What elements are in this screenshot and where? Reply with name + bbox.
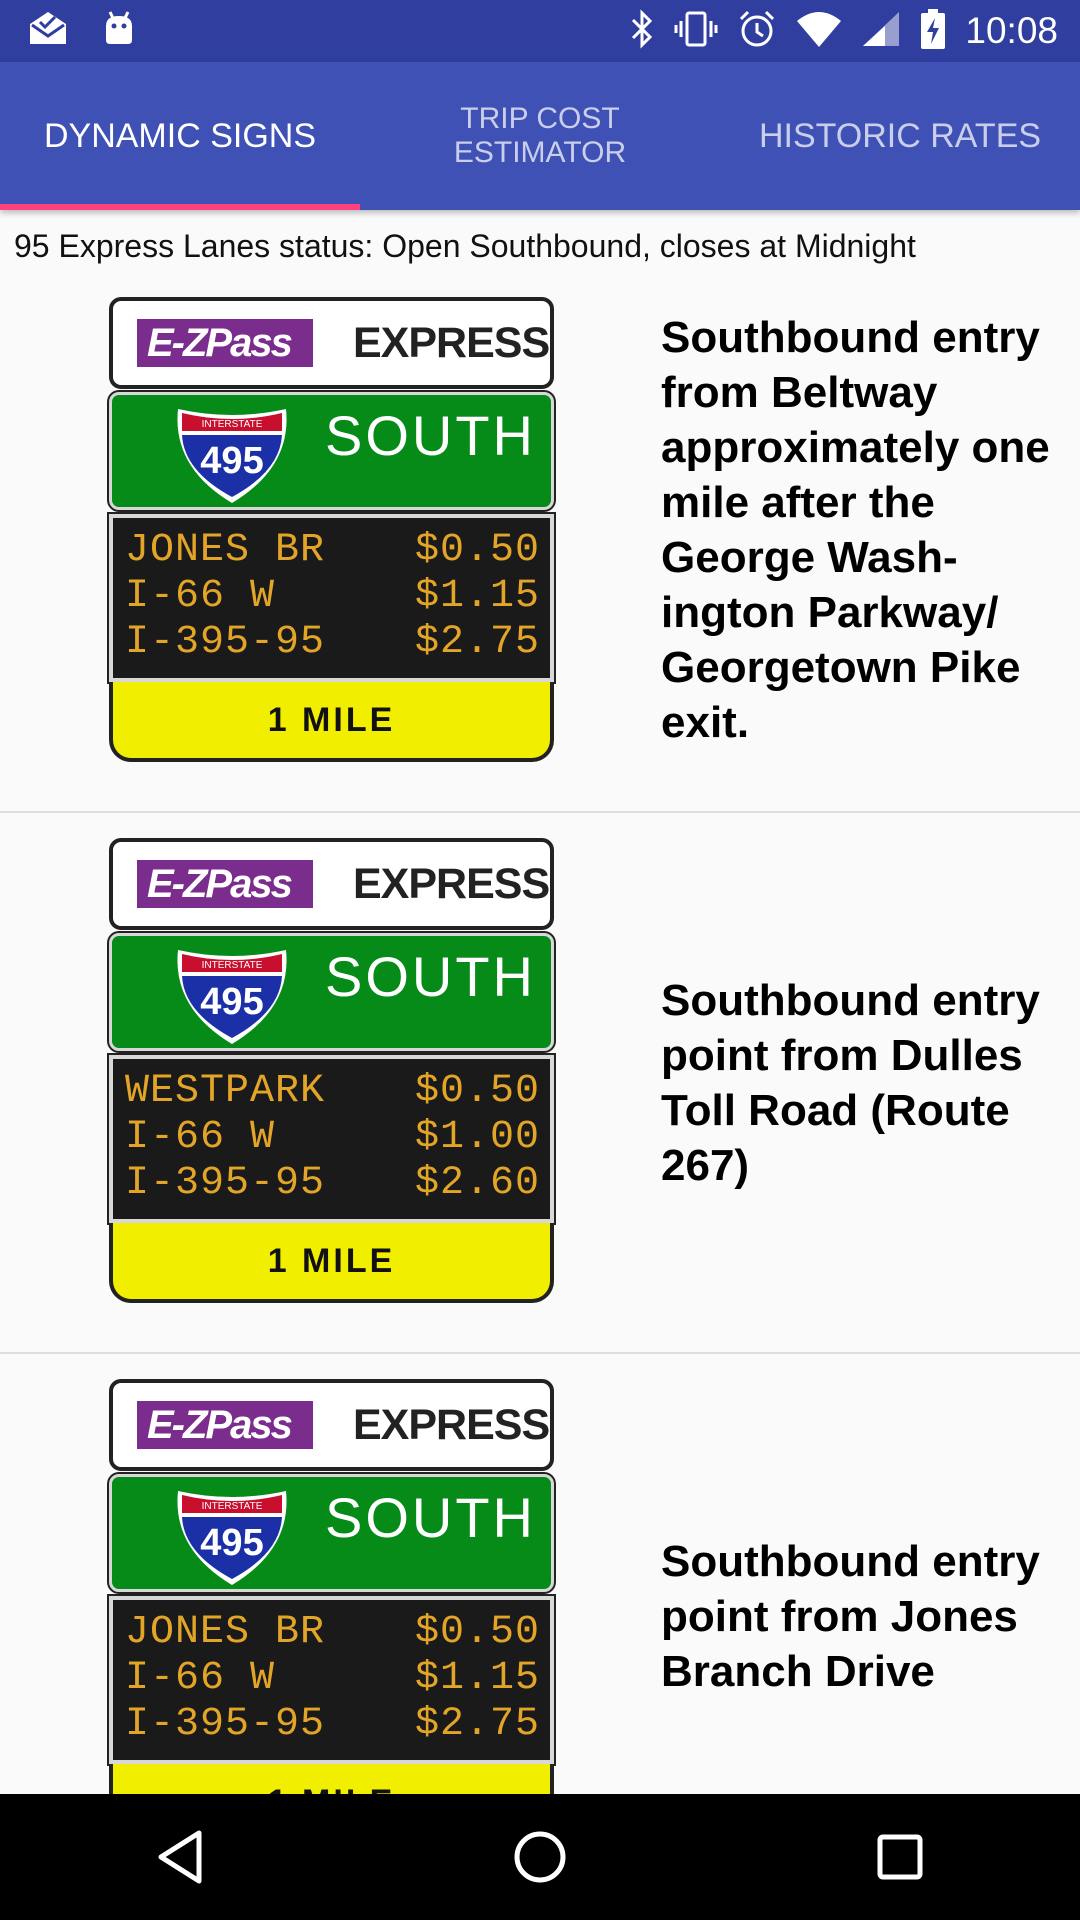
recents-icon[interactable] [820, 1794, 980, 1920]
distance-panel: 1 MILE [109, 682, 554, 762]
status-bar: 10:08 [0, 0, 1080, 62]
tab-label: TRIP COST ESTIMATOR [453, 102, 627, 169]
route-panel: INTERSTATE 495 SOUTH [109, 392, 554, 510]
interstate-shield-icon: INTERSTATE 495 [177, 950, 287, 1044]
tab-historic-rates[interactable]: HISTORIC RATES [720, 62, 1080, 210]
rate-row: JONES BR $0.50 [125, 1610, 540, 1655]
tab-indicator [0, 204, 360, 210]
sign-description: Southbound entry from Beltway approximat… [661, 313, 1050, 747]
tab-label: HISTORIC RATES [758, 117, 1042, 155]
route-panel: INTERSTATE 495 SOUTH [109, 933, 554, 1051]
interstate-shield-icon: INTERSTATE 495 [177, 409, 287, 503]
svg-text:INTERSTATE: INTERSTATE [202, 1501, 263, 1512]
ezpass-express-panel: E-ZPass EXPRESS [109, 838, 554, 930]
toll-rates-panel: WESTPARK $0.50 I-66 W $1.00 I-395-95 $2.60 [109, 1055, 554, 1223]
direction-label: SOUTH [325, 945, 536, 1008]
list-item[interactable]: E-ZPass EXPRESS INTERSTATE 495 SOUTH JON… [0, 272, 1080, 813]
svg-text:495: 495 [200, 981, 263, 1023]
rate-row: I-66 W $1.15 [125, 1656, 540, 1701]
toll-rates-panel: JONES BR $0.50 I-66 W $1.15 I-395-95 $2.75 [109, 514, 554, 682]
rate-row: I-395-95 $2.60 [125, 1161, 540, 1206]
wifi-icon [795, 11, 843, 52]
tab-bar: DYNAMIC SIGNS TRIP COST ESTIMATOR HISTOR… [0, 62, 1080, 210]
bluetooth-icon [629, 8, 655, 54]
rate-row: I-395-95 $2.75 [125, 620, 540, 665]
distance-panel: 1 MILE [109, 1764, 554, 1794]
mail-open-icon [28, 10, 68, 51]
navigation-bar [0, 1794, 1080, 1920]
ezpass-logo: E-ZPass [137, 319, 313, 367]
lanes-status-text: 95 Express Lanes status: Open Southbound… [14, 228, 916, 264]
list-item[interactable]: E-ZPass EXPRESS INTERSTATE 495 SOUTH JON… [0, 1354, 1080, 1794]
interstate-shield-icon: INTERSTATE 495 [177, 1491, 287, 1585]
battery-charging-icon [919, 8, 947, 55]
rate-row: WESTPARK $0.50 [125, 1069, 540, 1114]
ezpass-logo: E-ZPass [137, 1401, 313, 1449]
vibrate-icon [673, 9, 719, 54]
tab-label: DYNAMIC SIGNS [43, 117, 317, 155]
sign-description: Southbound entry point from Dulles Toll … [661, 976, 1040, 1190]
route-panel: INTERSTATE 495 SOUTH [109, 1474, 554, 1592]
svg-text:495: 495 [200, 1522, 263, 1564]
tab-trip-cost-estimator[interactable]: TRIP COST ESTIMATOR [360, 62, 720, 210]
direction-label: SOUTH [325, 1486, 536, 1549]
android-icon [102, 10, 136, 51]
svg-text:495: 495 [200, 440, 263, 482]
tab-dynamic-signs[interactable]: DYNAMIC SIGNS [0, 62, 360, 210]
signal-icon [861, 10, 901, 53]
ezpass-express-panel: E-ZPass EXPRESS [109, 1379, 554, 1471]
rate-row: JONES BR $0.50 [125, 528, 540, 573]
express-label: EXPRESS [353, 319, 550, 367]
distance-panel: 1 MILE [109, 1223, 554, 1303]
svg-text:INTERSTATE: INTERSTATE [202, 419, 263, 430]
rate-row: I-395-95 $2.75 [125, 1702, 540, 1747]
ezpass-express-panel: E-ZPass EXPRESS [109, 297, 554, 389]
home-icon[interactable] [460, 1794, 620, 1920]
direction-label: SOUTH [325, 404, 536, 467]
clock-time: 10:08 [965, 10, 1058, 51]
rate-row: I-66 W $1.15 [125, 574, 540, 619]
express-label: EXPRESS [353, 1401, 550, 1449]
sign-description: Southbound entry point from Jones Branch… [661, 1537, 1040, 1696]
toll-rates-panel: JONES BR $0.50 I-66 W $1.15 I-395-95 $2.75 [109, 1596, 554, 1764]
sign-list[interactable]: 95 Express Lanes status: Open Southbound… [0, 210, 1080, 1794]
alarm-icon [737, 9, 777, 54]
ezpass-logo: E-ZPass [137, 860, 313, 908]
back-icon[interactable] [100, 1794, 260, 1920]
list-item[interactable]: E-ZPass EXPRESS INTERSTATE 495 SOUTH WES… [0, 813, 1080, 1354]
rate-row: I-66 W $1.00 [125, 1115, 540, 1160]
svg-text:INTERSTATE: INTERSTATE [202, 960, 263, 971]
express-label: EXPRESS [353, 860, 550, 908]
